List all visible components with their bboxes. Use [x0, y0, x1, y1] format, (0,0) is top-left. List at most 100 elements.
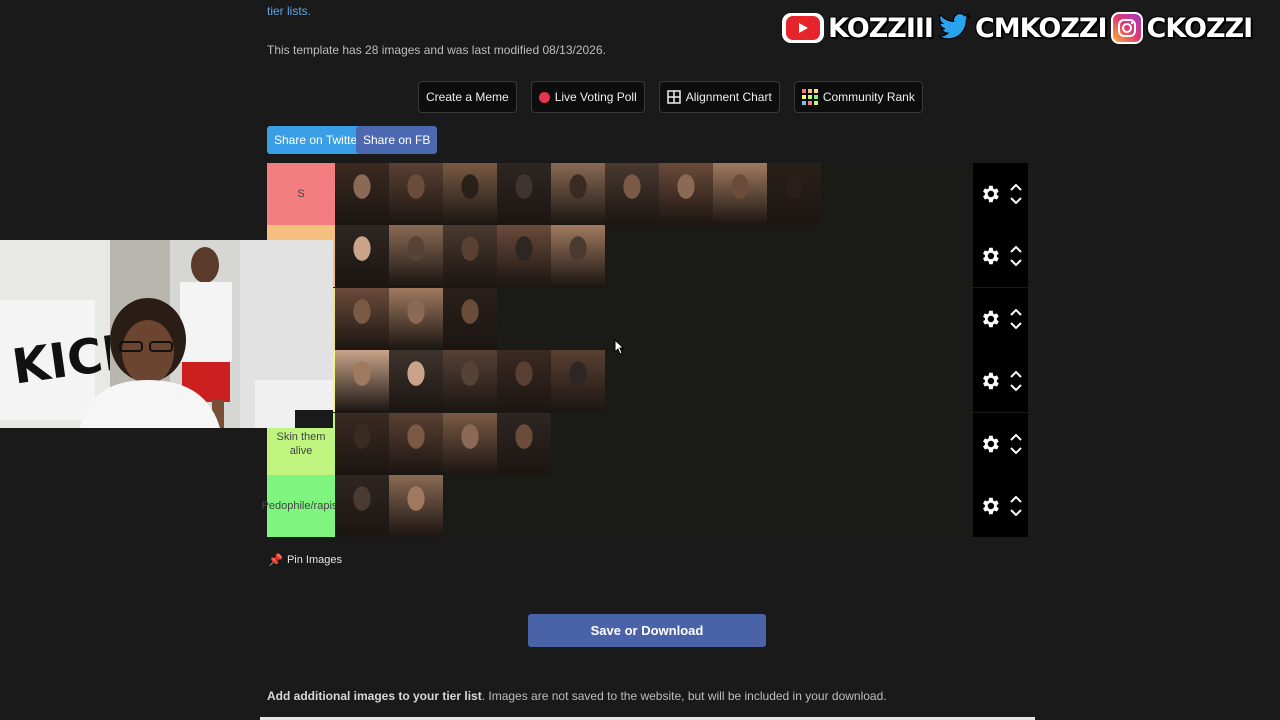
alignment-chart-button[interactable]: Alignment Chart	[658, 81, 780, 113]
move-up-icon[interactable]	[1010, 308, 1022, 316]
tier-row	[267, 350, 1028, 413]
settings-gear-icon[interactable]	[976, 370, 1004, 392]
live-dot-icon	[538, 91, 550, 103]
tier-row	[267, 287, 1028, 350]
save-or-download-button[interactable]: Save or Download	[528, 614, 766, 647]
tier-image[interactable]	[659, 163, 713, 225]
tier-image[interactable]	[443, 412, 497, 475]
tier-image[interactable]	[605, 163, 659, 225]
tier-images	[335, 287, 1028, 350]
community-rank-label: Community Rank	[822, 90, 915, 104]
instagram-handle: CKOZZI	[1110, 12, 1254, 44]
tier-image[interactable]	[497, 412, 551, 475]
tier-row: Skin them alive	[267, 412, 1028, 475]
settings-gear-icon[interactable]	[976, 495, 1004, 517]
move-down-icon[interactable]	[1010, 446, 1022, 455]
template-info: This template has 28 images and was last…	[267, 43, 606, 57]
tier-images	[335, 225, 1028, 288]
pin-images-toggle[interactable]: 📌 Pin Images	[268, 553, 342, 567]
tier-image[interactable]	[389, 350, 443, 413]
tier-images	[335, 412, 1028, 475]
move-down-icon[interactable]	[1010, 197, 1022, 205]
tier-row	[267, 225, 1028, 288]
tier-image[interactable]	[551, 163, 605, 225]
settings-gear-icon[interactable]	[976, 245, 1004, 267]
youtube-icon	[782, 13, 824, 43]
move-up-icon[interactable]	[1010, 245, 1022, 254]
live-voting-poll-button[interactable]: Live Voting Poll	[530, 81, 645, 113]
move-down-icon[interactable]	[1010, 509, 1022, 517]
tier-image[interactable]	[443, 225, 497, 288]
youtube-name: KOZZIII	[828, 12, 934, 44]
tier-controls	[973, 412, 1028, 475]
tier-image[interactable]	[497, 163, 551, 225]
tier-image[interactable]	[335, 350, 389, 413]
tier-image[interactable]	[335, 412, 389, 475]
tier-image[interactable]	[767, 163, 821, 225]
move-down-icon[interactable]	[1010, 322, 1022, 330]
tier-image[interactable]	[389, 475, 443, 537]
settings-gear-icon[interactable]	[976, 308, 1004, 330]
tier-images	[335, 163, 1028, 225]
tier-image[interactable]	[389, 225, 443, 288]
tier-controls	[973, 475, 1028, 537]
tier-images	[335, 475, 1028, 537]
tier-image[interactable]	[497, 350, 551, 413]
streamer-webcam-overlay: KICK	[0, 240, 333, 428]
tier-controls	[973, 225, 1028, 288]
add-images-info: Add additional images to your tier list.…	[267, 689, 887, 703]
tier-image[interactable]	[551, 225, 605, 288]
tier-row: Pedophile/rapist	[262, 475, 1028, 537]
twitter-name: CMKOZZI	[974, 12, 1108, 44]
tier-image[interactable]	[443, 163, 497, 225]
grid-icon	[667, 90, 681, 104]
move-down-icon[interactable]	[1010, 384, 1022, 392]
tier-row: S	[267, 163, 1028, 225]
add-images-heading: Add additional images to your tier list	[267, 689, 482, 703]
tier-label[interactable]: Pedophile/rapist	[262, 475, 340, 537]
tier-image[interactable]	[389, 163, 443, 225]
instagram-name: CKOZZI	[1146, 12, 1254, 44]
settings-gear-icon[interactable]	[976, 183, 1004, 205]
tier-image[interactable]	[389, 412, 443, 475]
move-up-icon[interactable]	[1010, 370, 1022, 378]
share-twitter-button[interactable]: Share on Twitter	[267, 126, 369, 154]
youtube-handle: KOZZIII	[782, 12, 934, 44]
twitter-icon	[938, 13, 971, 40]
create-meme-button[interactable]: Create a Meme	[418, 81, 517, 113]
settings-gear-icon[interactable]	[976, 433, 1004, 455]
tier-images	[335, 350, 1028, 413]
alignment-chart-label: Alignment Chart	[685, 90, 772, 104]
tier-controls	[973, 163, 1028, 225]
tier-image[interactable]	[551, 350, 605, 413]
tier-image[interactable]	[497, 225, 551, 288]
move-down-icon[interactable]	[1010, 259, 1022, 267]
tier-image[interactable]	[335, 475, 389, 537]
social-overlay: KOZZIII CMKOZZI CKOZZI	[782, 10, 1254, 46]
live-voting-poll-label: Live Voting Poll	[554, 90, 637, 104]
twitter-handle: CMKOZZI	[937, 12, 1108, 44]
community-rank-button[interactable]: Community Rank	[793, 81, 923, 113]
tier-image[interactable]	[335, 287, 389, 350]
tier-lists-link[interactable]: tier lists.	[267, 4, 311, 18]
tier-image[interactable]	[335, 225, 389, 288]
tier-label[interactable]: S	[267, 163, 335, 225]
action-button-row: Create a Meme Live Voting Poll Alignment…	[418, 81, 923, 113]
share-facebook-button[interactable]: Share on FB	[356, 126, 438, 154]
move-up-icon[interactable]	[1010, 433, 1022, 441]
tier-image[interactable]	[335, 163, 389, 225]
move-up-icon[interactable]	[1010, 495, 1022, 503]
add-images-note: . Images are not saved to the website, b…	[481, 689, 887, 703]
tier-image[interactable]	[389, 287, 443, 350]
instagram-icon	[1110, 12, 1143, 44]
pin-images-label: Pin Images	[286, 554, 342, 566]
tier-controls	[973, 287, 1028, 350]
mouse-cursor	[614, 338, 625, 360]
create-meme-label: Create a Meme	[426, 90, 509, 104]
tier-image[interactable]	[443, 287, 497, 350]
tier-image[interactable]	[713, 163, 767, 225]
color-grid-icon	[801, 89, 818, 105]
move-up-icon[interactable]	[1010, 183, 1022, 191]
tier-controls	[973, 350, 1028, 413]
tier-image[interactable]	[443, 350, 497, 413]
